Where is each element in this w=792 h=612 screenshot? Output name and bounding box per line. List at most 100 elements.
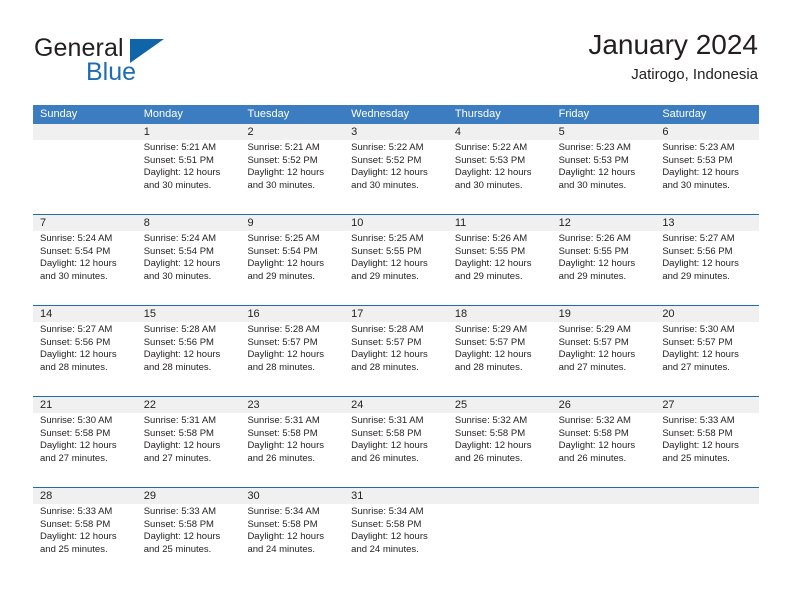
weekday-header-wednesday: Wednesday bbox=[351, 108, 410, 120]
day-sun-info: Sunrise: 5:31 AM Sunset: 5:58 PM Daylight:… bbox=[351, 415, 444, 465]
daylight-text-line2: and 25 minutes. bbox=[143, 543, 212, 555]
daylight-text-line2: and 27 minutes. bbox=[143, 452, 212, 464]
day-cell[interactable]: 25 Sunrise: 5:32 AM Sunset: 5:58 PM Dayligh… bbox=[448, 397, 552, 487]
day-cell[interactable]: 6 Sunrise: 5:23 AM Sunset: 5:53 PM Daylight… bbox=[655, 124, 759, 214]
general-blue-logo[interactable]: General Blue bbox=[34, 34, 264, 92]
sunrise-text: Sunrise: 5:21 AM bbox=[247, 142, 320, 153]
daylight-text-line1: Daylight: 12 hours bbox=[40, 531, 117, 543]
sunset-text: Sunset: 5:57 PM bbox=[662, 336, 733, 348]
daylight-text-line1: Daylight: 12 hours bbox=[351, 349, 428, 361]
day-number: 4 bbox=[454, 126, 461, 138]
day-cell[interactable]: 3 Sunrise: 5:22 AM Sunset: 5:52 PM Daylight… bbox=[344, 124, 448, 214]
daylight-text-line2: and 26 minutes. bbox=[558, 452, 627, 464]
day-sun-info: Sunrise: 5:34 AM Sunset: 5:58 PM Daylight:… bbox=[247, 506, 340, 556]
calendar-week-row: 7 Sunrise: 5:24 AM Sunset: 5:54 PM Daylight… bbox=[33, 214, 759, 305]
day-cell[interactable]: 8 Sunrise: 5:24 AM Sunset: 5:54 PM Daylight… bbox=[137, 215, 241, 305]
daylight-text-line1: Daylight: 12 hours bbox=[662, 258, 739, 270]
calendar-week-row: 1 Sunrise: 5:21 AM Sunset: 5:51 PM Daylight… bbox=[33, 124, 759, 214]
calendar-week-cells: 7 Sunrise: 5:24 AM Sunset: 5:54 PM Daylight… bbox=[33, 215, 759, 305]
day-number: 9 bbox=[247, 217, 254, 229]
daylight-text-line2: and 28 minutes. bbox=[247, 361, 316, 373]
sunset-text: Sunset: 5:58 PM bbox=[40, 427, 111, 439]
weekday-header-saturday: Saturday bbox=[662, 108, 707, 120]
day-cell[interactable]: 10 Sunrise: 5:25 AM Sunset: 5:55 PM Dayligh… bbox=[344, 215, 448, 305]
page-subtitle: Jatirogo, Indonesia bbox=[631, 66, 758, 83]
day-cell[interactable]: 12 Sunrise: 5:26 AM Sunset: 5:55 PM Dayligh… bbox=[552, 215, 656, 305]
sunrise-text: Sunrise: 5:31 AM bbox=[143, 415, 217, 426]
day-cell[interactable]: 24 Sunrise: 5:31 AM Sunset: 5:58 PM Dayligh… bbox=[344, 397, 448, 487]
day-sun-info: Sunrise: 5:33 AM Sunset: 5:58 PM Daylight:… bbox=[662, 415, 755, 465]
weekday-header-row: Sunday Monday Tuesday Wednesday Thursday… bbox=[33, 105, 759, 124]
day-cell[interactable]: 31 Sunrise: 5:34 AM Sunset: 5:58 PM Dayligh… bbox=[344, 488, 448, 578]
day-number: 14 bbox=[40, 308, 53, 320]
daylight-text-line2: and 30 minutes. bbox=[247, 179, 316, 191]
sunset-text: Sunset: 5:58 PM bbox=[351, 518, 422, 530]
page-title: January 2024 bbox=[588, 29, 758, 60]
calendar-weeks: 1 Sunrise: 5:21 AM Sunset: 5:51 PM Daylight… bbox=[33, 124, 759, 578]
day-cell[interactable]: 20 Sunrise: 5:30 AM Sunset: 5:57 PM Dayligh… bbox=[655, 306, 759, 396]
day-cell[interactable]: 7 Sunrise: 5:24 AM Sunset: 5:54 PM Daylight… bbox=[33, 215, 137, 305]
sunrise-text: Sunrise: 5:28 AM bbox=[351, 324, 424, 335]
day-number bbox=[40, 124, 133, 140]
sunrise-text: Sunrise: 5:23 AM bbox=[558, 142, 631, 153]
day-number: 5 bbox=[558, 126, 565, 138]
day-number: 6 bbox=[662, 126, 669, 138]
day-number: 31 bbox=[351, 490, 364, 502]
day-sun-info: Sunrise: 5:30 AM Sunset: 5:58 PM Daylight:… bbox=[40, 415, 133, 465]
daylight-text-line1: Daylight: 12 hours bbox=[143, 349, 221, 361]
day-cell[interactable]: 28 Sunrise: 5:33 AM Sunset: 5:58 PM Dayligh… bbox=[33, 488, 137, 578]
sunrise-text: Sunrise: 5:33 AM bbox=[662, 415, 735, 426]
day-cell[interactable]: 29 Sunrise: 5:33 AM Sunset: 5:58 PM Dayligh… bbox=[137, 488, 241, 578]
day-cell[interactable]: 16 Sunrise: 5:28 AM Sunset: 5:57 PM Dayligh… bbox=[240, 306, 344, 396]
day-cell[interactable]: 17 Sunrise: 5:28 AM Sunset: 5:57 PM Dayligh… bbox=[344, 306, 448, 396]
daylight-text-line1: Daylight: 12 hours bbox=[454, 258, 532, 270]
day-sun-info: Sunrise: 5:31 AM Sunset: 5:58 PM Daylight:… bbox=[247, 415, 340, 465]
day-number: 18 bbox=[454, 308, 468, 320]
sunrise-text: Sunrise: 5:31 AM bbox=[351, 415, 424, 426]
day-cell[interactable]: 9 Sunrise: 5:25 AM Sunset: 5:54 PM Daylight… bbox=[240, 215, 344, 305]
day-cell[interactable]: 4 Sunrise: 5:22 AM Sunset: 5:53 PM Daylight… bbox=[448, 124, 552, 214]
daylight-text-line1: Daylight: 12 hours bbox=[143, 440, 221, 452]
sunset-text: Sunset: 5:58 PM bbox=[351, 427, 422, 439]
daylight-text-line1: Daylight: 12 hours bbox=[247, 167, 325, 179]
day-cell[interactable]: 18 Sunrise: 5:29 AM Sunset: 5:57 PM Dayligh… bbox=[448, 306, 552, 396]
sunrise-text: Sunrise: 5:22 AM bbox=[351, 142, 424, 153]
sunrise-text: Sunrise: 5:29 AM bbox=[558, 324, 631, 335]
day-sun-info: Sunrise: 5:31 AM Sunset: 5:58 PM Daylight:… bbox=[144, 415, 237, 465]
sunset-text: Sunset: 5:56 PM bbox=[143, 336, 214, 348]
sunset-text: Sunset: 5:57 PM bbox=[351, 336, 422, 348]
day-number: 27 bbox=[662, 399, 675, 411]
day-cell[interactable]: 19 Sunrise: 5:29 AM Sunset: 5:57 PM Dayligh… bbox=[552, 306, 656, 396]
daylight-text-line2: and 30 minutes. bbox=[662, 179, 730, 191]
day-cell[interactable]: 2 Sunrise: 5:21 AM Sunset: 5:52 PM Daylight… bbox=[240, 124, 344, 214]
day-cell[interactable]: 15 Sunrise: 5:28 AM Sunset: 5:56 PM Dayligh… bbox=[137, 306, 241, 396]
day-cell[interactable]: 14 Sunrise: 5:27 AM Sunset: 5:56 PM Dayligh… bbox=[33, 306, 137, 396]
daylight-text-line1: Daylight: 12 hours bbox=[662, 349, 739, 361]
day-cell[interactable]: 5 Sunrise: 5:23 AM Sunset: 5:53 PM Daylight… bbox=[552, 124, 656, 214]
day-cell[interactable]: 13 Sunrise: 5:27 AM Sunset: 5:56 PM Dayligh… bbox=[655, 215, 759, 305]
sunrise-text: Sunrise: 5:33 AM bbox=[40, 506, 113, 517]
day-sun-info: Sunrise: 5:32 AM Sunset: 5:58 PM Daylight:… bbox=[559, 415, 652, 465]
day-cell[interactable]: 27 Sunrise: 5:33 AM Sunset: 5:58 PM Dayligh… bbox=[655, 397, 759, 487]
daylight-text-line2: and 28 minutes. bbox=[454, 361, 523, 373]
day-sun-info: Sunrise: 5:22 AM Sunset: 5:53 PM Daylight:… bbox=[455, 142, 548, 192]
day-cell[interactable]: 11 Sunrise: 5:26 AM Sunset: 5:55 PM Dayligh… bbox=[448, 215, 552, 305]
daylight-text-line2: and 27 minutes. bbox=[558, 361, 627, 373]
daylight-text-line1: Daylight: 12 hours bbox=[558, 167, 636, 179]
day-cell[interactable]: 23 Sunrise: 5:31 AM Sunset: 5:58 PM Dayligh… bbox=[240, 397, 344, 487]
calendar-grid: Sunday Monday Tuesday Wednesday Thursday… bbox=[33, 105, 759, 578]
sunset-text: Sunset: 5:58 PM bbox=[143, 427, 214, 439]
sunrise-text: Sunrise: 5:32 AM bbox=[558, 415, 631, 426]
day-cell[interactable]: 1 Sunrise: 5:21 AM Sunset: 5:51 PM Daylight… bbox=[137, 124, 241, 214]
day-cell[interactable]: 26 Sunrise: 5:32 AM Sunset: 5:58 PM Dayligh… bbox=[552, 397, 656, 487]
day-cell[interactable]: 30 Sunrise: 5:34 AM Sunset: 5:58 PM Dayligh… bbox=[240, 488, 344, 578]
daylight-text-line2: and 24 minutes. bbox=[351, 543, 419, 555]
sunrise-text: Sunrise: 5:28 AM bbox=[247, 324, 320, 335]
day-cell[interactable]: 21 Sunrise: 5:30 AM Sunset: 5:58 PM Dayligh… bbox=[33, 397, 137, 487]
daylight-text-line1: Daylight: 12 hours bbox=[454, 440, 532, 452]
day-number: 19 bbox=[558, 308, 571, 320]
day-cell[interactable]: 22 Sunrise: 5:31 AM Sunset: 5:58 PM Dayligh… bbox=[137, 397, 241, 487]
daylight-text-line1: Daylight: 12 hours bbox=[247, 349, 325, 361]
sunset-text: Sunset: 5:58 PM bbox=[247, 518, 318, 530]
day-number: 15 bbox=[143, 308, 156, 320]
